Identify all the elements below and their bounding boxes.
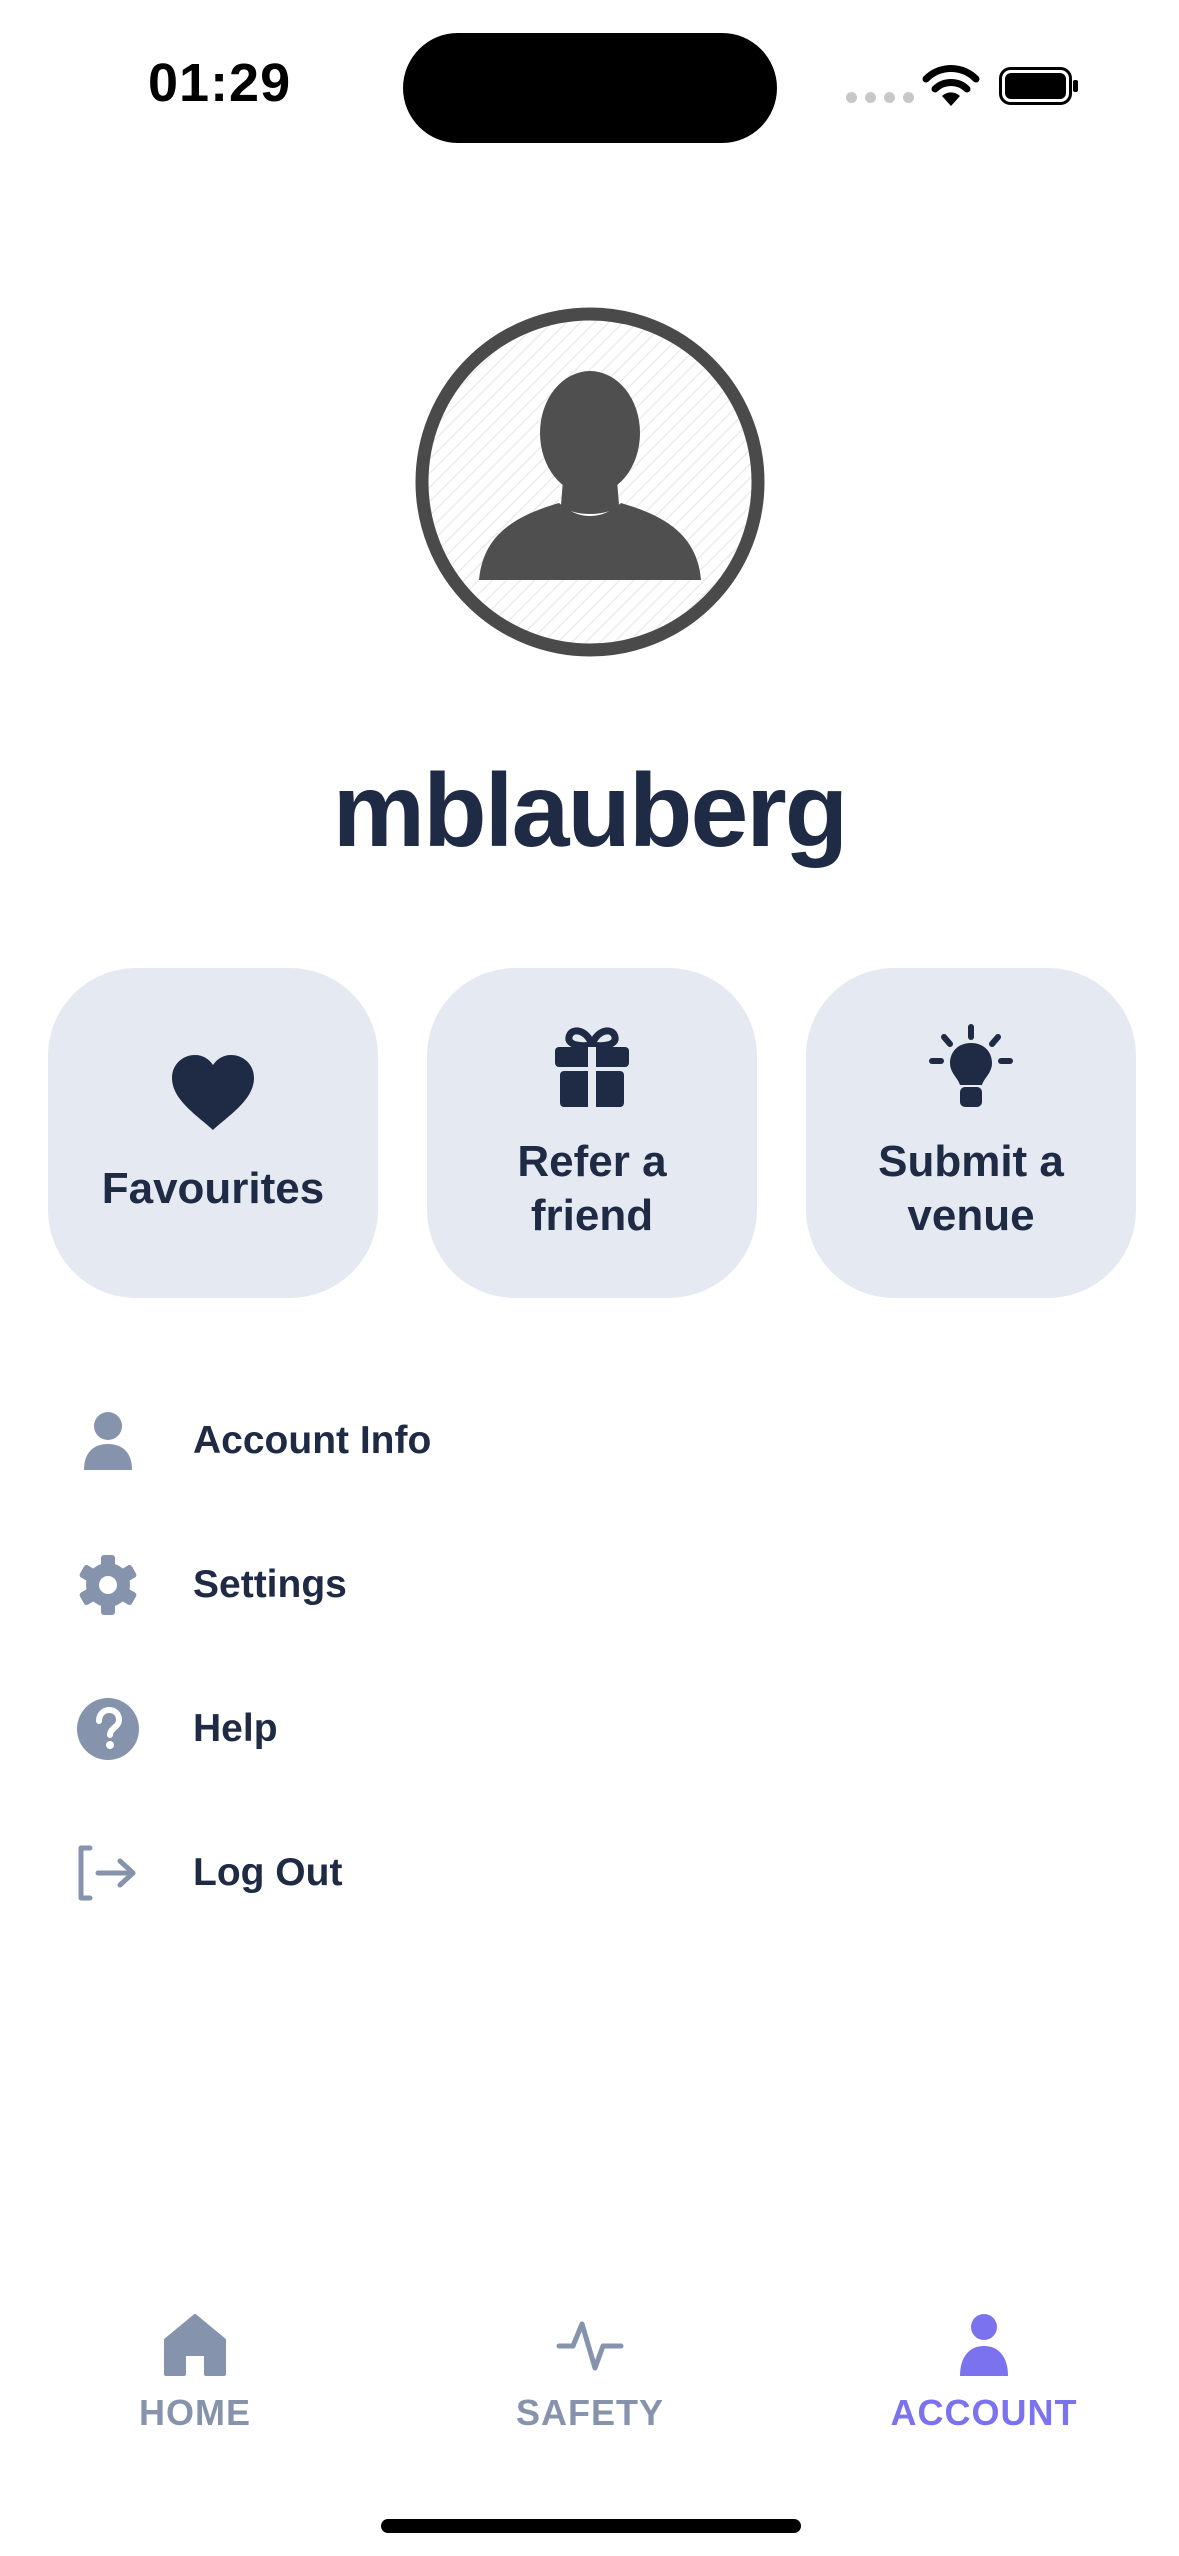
status-bar: 01:29 xyxy=(0,0,1179,180)
gift-icon xyxy=(555,1027,629,1107)
tab-home[interactable]: HOME xyxy=(45,2310,345,2434)
menu-item-label: Help xyxy=(193,1707,278,1750)
menu-item-help[interactable]: Help xyxy=(70,1674,1110,1784)
favourites-label: Favourites xyxy=(101,1164,325,1213)
menu-item-label: Settings xyxy=(193,1563,347,1606)
status-time: 01:29 xyxy=(148,53,292,113)
home-icon xyxy=(164,2314,226,2376)
tab-safety[interactable]: SAFETY xyxy=(440,2310,740,2434)
battery-icon xyxy=(999,67,1078,105)
logout-icon xyxy=(78,1845,136,1901)
menu-item-log-out[interactable]: Log Out xyxy=(70,1818,1110,1928)
person-icon xyxy=(84,1412,132,1470)
favourites-button[interactable]: Favourites xyxy=(48,968,378,1298)
home-indicator xyxy=(381,2519,801,2533)
username: mblauberg xyxy=(332,753,849,869)
refer-a-friend-label: Refer a friend xyxy=(517,1137,667,1240)
menu-item-settings[interactable]: Settings xyxy=(70,1530,1110,1640)
question-circle-icon xyxy=(77,1698,139,1760)
wifi-icon xyxy=(922,65,980,106)
tab-account[interactable]: ACCOUNT xyxy=(834,2310,1134,2434)
menu-item-label: Account Info xyxy=(193,1419,432,1462)
gear-icon xyxy=(79,1555,137,1615)
avatar[interactable] xyxy=(413,305,767,659)
tab-label: HOME xyxy=(139,2392,251,2433)
heart-icon xyxy=(172,1055,254,1130)
refer-a-friend-button[interactable]: Refer a friend xyxy=(427,968,757,1298)
person-icon xyxy=(960,2314,1008,2376)
tab-label: SAFETY xyxy=(515,2392,664,2433)
submit-a-venue-label: Submit a venue xyxy=(878,1137,1064,1240)
tab-label: ACCOUNT xyxy=(890,2392,1078,2433)
dynamic-island xyxy=(403,33,777,143)
submit-a-venue-button[interactable]: Submit a venue xyxy=(806,968,1136,1298)
cellular-signal-icon xyxy=(846,92,914,103)
menu-item-label: Log Out xyxy=(193,1851,343,1894)
menu-item-account-info[interactable]: Account Info xyxy=(70,1386,1110,1496)
lightbulb-icon xyxy=(929,1024,1013,1107)
pulse-icon xyxy=(556,2321,624,2371)
